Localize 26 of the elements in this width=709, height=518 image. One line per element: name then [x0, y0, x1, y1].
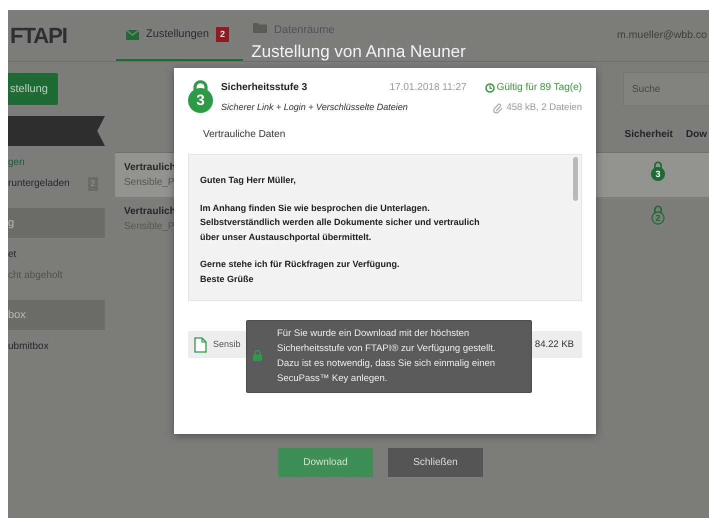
date-text: 17.01.2018 11:27 — [389, 81, 467, 95]
dialog-title: Zustellung von Anna Neuner — [251, 41, 466, 63]
file-name: Sensib — [213, 338, 241, 351]
column-header: Sicherheit — [624, 128, 673, 142]
validity-text: Gültig für 89 Tag(e) — [496, 81, 582, 95]
row-title: Vertraulich — [124, 205, 176, 219]
count-badge: 2 — [216, 26, 230, 42]
security-description: Sicherer Link + Login + Verschlüsselte Dateien — [221, 101, 408, 114]
size-text: 458 kB, 2 Dateien — [506, 101, 582, 115]
security-lock: 2 — [651, 205, 665, 225]
message-paragraph: Im Anhang finden Sie wie besprochen die Unterlagen. Selbstverständlich werden alle Dokumente sicher und vertraulich über unser Austauschportal übermittelt. — [200, 202, 481, 244]
file-size: 84.22 KB — [534, 338, 574, 352]
security-lock: 3 — [188, 80, 213, 116]
logo: FTAPI — [10, 22, 67, 50]
message-paragraph: Gerne stehe ich für Rückfragen zur Verfügung. Beste Grüße — [200, 258, 401, 286]
security-lock: 3 — [651, 161, 665, 181]
message-paragraph: Guten Tag Herr Müller, — [200, 174, 297, 188]
row-title: Vertraulich — [124, 161, 176, 175]
security-level-title: Sicherheitsstufe 3 — [221, 81, 308, 95]
user-email: m.mueller@wbb.co — [616, 28, 707, 43]
subject-text: Vertrauliche Daten — [203, 128, 286, 142]
section-header: g — [8, 208, 105, 238]
tooltip-text: Für Sie wurde ein Download mit der höchsten Sicherheitsstufe von FTAPI® zur Verfügung gestellt. Dazu ist es notwendig, dass Sie sich einmalig einen SecuPass™ Key anlegen. — [277, 328, 496, 384]
section-header: box — [8, 300, 105, 330]
row-subtitle: Sensible_P — [124, 176, 176, 190]
column-header: Dow — [686, 128, 707, 142]
